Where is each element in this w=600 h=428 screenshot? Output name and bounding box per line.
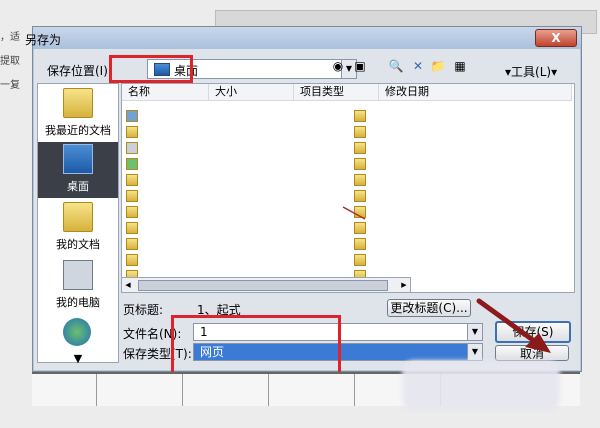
folder-icon[interactable] xyxy=(126,190,138,202)
folder-icon[interactable] xyxy=(126,254,138,266)
places-bar: 我最近的文档 桌面 我的文档 我的电脑 ▼ xyxy=(37,83,119,365)
folder-icon[interactable] xyxy=(354,142,366,154)
column-header-name[interactable]: 名称 xyxy=(122,84,209,101)
highlight-location xyxy=(109,55,193,83)
table-column xyxy=(182,374,183,406)
place-label: 我的电脑 xyxy=(56,296,100,309)
place-my-computer[interactable]: 我的电脑 xyxy=(38,258,118,314)
recent-folder-icon xyxy=(63,88,93,118)
table-column xyxy=(96,374,97,406)
tools-menu-label: 工具(L) xyxy=(511,65,552,79)
folder-icon[interactable] xyxy=(126,206,138,218)
folder-icon[interactable] xyxy=(354,190,366,202)
folder-icon[interactable] xyxy=(354,254,366,266)
my-documents-icon xyxy=(63,202,93,232)
highlight-filename xyxy=(171,315,341,375)
file-list: 名称 大小 项目类型 修改日期 xyxy=(121,83,575,293)
horizontal-scrollbar[interactable]: ◀ ▶ xyxy=(121,277,411,293)
place-network[interactable]: ▼ xyxy=(38,316,118,372)
close-button[interactable]: X xyxy=(535,29,577,47)
dialog-title: 另存为 xyxy=(25,33,62,47)
column-header-type[interactable]: 项目类型 xyxy=(294,84,379,101)
folder-icon[interactable] xyxy=(354,174,366,186)
new-folder-icon[interactable]: 📁 xyxy=(429,57,447,75)
folder-icon[interactable] xyxy=(354,126,366,138)
background-text: ，适 xyxy=(0,32,20,43)
tools-menu[interactable]: ▾工具(L)▾ xyxy=(505,63,557,80)
scroll-right-icon[interactable]: ▶ xyxy=(398,278,410,292)
computer-small-icon[interactable] xyxy=(126,142,138,154)
blurred-watermark xyxy=(402,360,560,410)
delete-icon[interactable]: ✕ xyxy=(409,57,427,75)
file-icon[interactable] xyxy=(126,110,138,122)
column-header-date[interactable]: 修改日期 xyxy=(379,84,572,101)
save-location-label: 保存位置(I): xyxy=(47,64,112,78)
network-small-icon[interactable] xyxy=(126,158,138,170)
place-label: 我的文档 xyxy=(56,238,100,251)
place-recent-documents[interactable]: 我最近的文档 xyxy=(38,86,118,142)
cursor-mark-icon xyxy=(342,206,366,220)
desktop-icon xyxy=(63,144,93,174)
red-pointer-arrow-icon xyxy=(476,298,551,353)
table-column xyxy=(354,374,355,406)
background-text: 一复 xyxy=(0,80,20,91)
folder-icon[interactable] xyxy=(354,110,366,122)
folder-icon[interactable] xyxy=(126,238,138,250)
view-menu-icon[interactable]: ▦ xyxy=(451,57,469,75)
place-label: 我最近的文档 xyxy=(45,124,111,137)
scrollbar-thumb[interactable] xyxy=(138,280,388,291)
file-icon[interactable] xyxy=(126,126,138,138)
page-title-label: 页标题: xyxy=(123,303,164,317)
folder-icon[interactable] xyxy=(354,222,366,234)
place-label: 桌面 xyxy=(67,180,89,193)
folder-icon[interactable] xyxy=(354,158,366,170)
dialog-titlebar: 另存为 X xyxy=(25,27,581,49)
background-text: 提取 xyxy=(0,56,20,67)
scroll-down-icon[interactable]: ▼ xyxy=(38,352,118,365)
folder-icon[interactable] xyxy=(126,174,138,186)
network-globe-icon xyxy=(63,318,91,346)
my-computer-icon xyxy=(63,260,93,290)
up-folder-icon[interactable]: ▣ xyxy=(351,57,369,75)
place-desktop[interactable]: 桌面 xyxy=(38,142,118,198)
column-header-size[interactable]: 大小 xyxy=(209,84,294,101)
save-as-dialog: 另存为 X 保存位置(I): 桌面 ▼ ◉ ▣ 🔍 ✕ 📁 ▦ ▾工具(L)▾ … xyxy=(25,26,582,375)
scroll-left-icon[interactable]: ◀ xyxy=(122,278,134,292)
change-title-button[interactable]: 更改标题(C)... xyxy=(387,299,471,317)
search-web-icon[interactable]: 🔍 xyxy=(387,57,405,75)
back-icon[interactable]: ◉ xyxy=(329,57,347,75)
folder-icon[interactable] xyxy=(354,238,366,250)
folder-icon[interactable] xyxy=(126,222,138,234)
place-my-documents[interactable]: 我的文档 xyxy=(38,200,118,256)
table-column xyxy=(268,374,269,406)
